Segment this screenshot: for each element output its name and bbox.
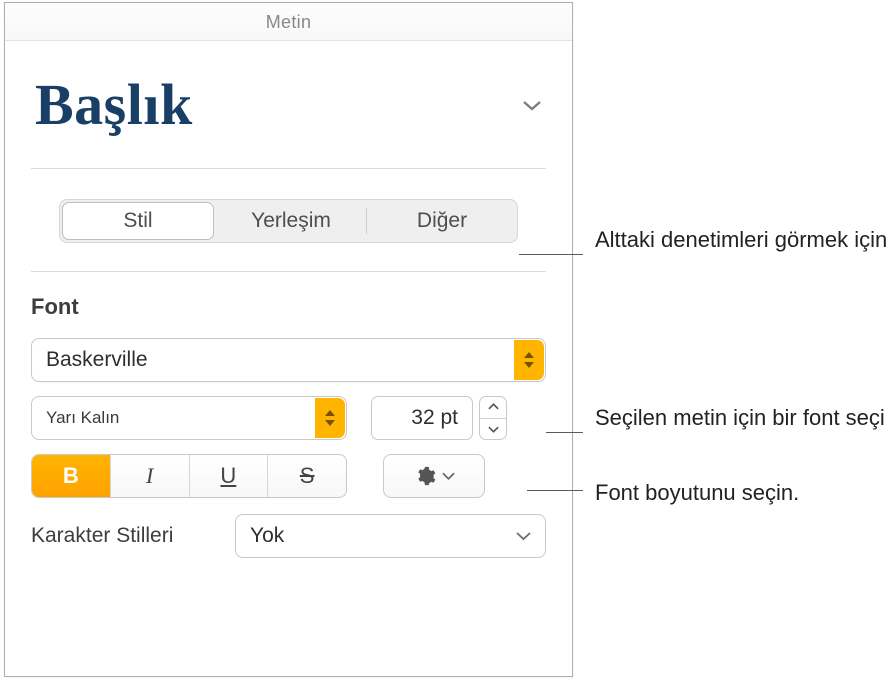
biuso-group: B I U S — [31, 454, 347, 498]
chevron-down-icon — [516, 531, 531, 541]
format-sidebar: Metin Başlık Stil Yerleşim Diğer Font Ba… — [4, 2, 573, 677]
character-styles-value: Yok — [250, 524, 284, 548]
character-styles-select[interactable]: Yok — [235, 514, 546, 558]
strike-button[interactable]: S — [268, 455, 346, 497]
font-size-input[interactable] — [371, 396, 473, 440]
sidebar-title: Metin — [5, 3, 572, 41]
callout-size: Font boyutunu seçin. — [595, 478, 799, 508]
callout-leader — [527, 490, 583, 491]
subtab-segmented[interactable]: Stil Yerleşim Diğer — [59, 199, 518, 243]
font-family-select[interactable]: Baskerville — [31, 338, 546, 382]
gear-icon — [414, 465, 436, 487]
callout-font: Seçilen metin için bir font seçin. — [595, 403, 886, 433]
callout-leader — [546, 432, 583, 433]
character-styles-row: Karakter Stilleri Yok — [31, 514, 546, 558]
callout-leader — [519, 254, 583, 255]
paragraph-style-selector[interactable]: Başlık — [31, 41, 546, 169]
font-size-group — [371, 396, 507, 440]
callout-tabs: Alttaki denetimleri görmek için tıklayın… — [595, 225, 886, 255]
updown-icon — [514, 340, 544, 380]
stepper-up-icon[interactable] — [480, 397, 506, 419]
font-section-label: Font — [31, 294, 546, 320]
underline-button[interactable]: U — [190, 455, 269, 497]
advanced-options-button[interactable] — [383, 454, 485, 498]
character-styles-label: Karakter Stilleri — [31, 524, 217, 548]
font-family-value: Baskerville — [46, 348, 148, 372]
paragraph-style-name: Başlık — [35, 71, 193, 138]
tab-more[interactable]: Diğer — [367, 200, 517, 242]
font-size-stepper[interactable] — [479, 396, 507, 440]
chevron-down-icon — [442, 472, 455, 481]
font-weight-value: Yarı Kalın — [46, 408, 119, 428]
updown-icon — [315, 398, 345, 438]
divider — [31, 271, 546, 272]
sidebar-content: Başlık Stil Yerleşim Diğer Font Baskervi… — [5, 41, 572, 558]
style-buttons-row: B I U S — [31, 454, 546, 498]
stepper-down-icon[interactable] — [480, 419, 506, 440]
bold-button[interactable]: B — [32, 455, 111, 497]
tab-style[interactable]: Stil — [62, 202, 214, 240]
font-weight-size-row: Yarı Kalın — [31, 396, 546, 440]
font-weight-select[interactable]: Yarı Kalın — [31, 396, 347, 440]
italic-button[interactable]: I — [111, 455, 190, 497]
chevron-down-icon — [522, 98, 542, 112]
tab-layout[interactable]: Yerleşim — [216, 200, 366, 242]
